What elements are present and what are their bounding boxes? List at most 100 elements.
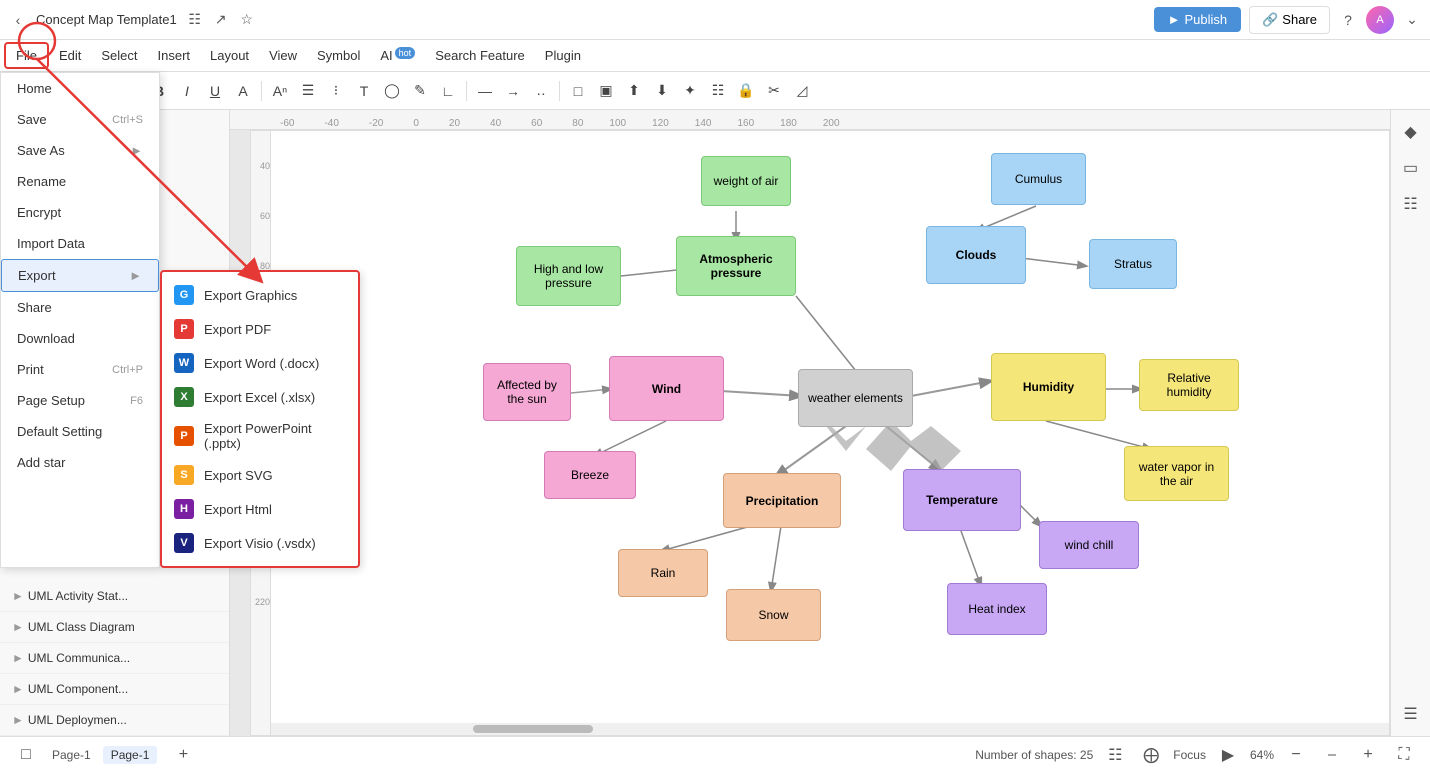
sidebar-item-uml-component[interactable]: ► UML Component... [0, 674, 229, 705]
back-icon[interactable]: ‹ [8, 10, 28, 30]
add-page-icon[interactable]: + [169, 741, 197, 769]
node-affected-by-sun[interactable]: Affected by the sun [483, 363, 571, 421]
menu-page-setup[interactable]: Page SetupF6 [1, 385, 159, 416]
node-heat-index[interactable]: Heat index [947, 583, 1047, 635]
grid-right-icon[interactable]: ☷ [1397, 190, 1425, 218]
menu-right-icon[interactable]: ☰ [1397, 700, 1425, 728]
scroll-thumb-h[interactable] [473, 725, 593, 733]
help-icon[interactable]: ? [1338, 10, 1358, 30]
export-svg-item[interactable]: S Export SVG [162, 458, 358, 492]
menu-share[interactable]: Share [1, 292, 159, 323]
menu-edit[interactable]: Edit [49, 44, 91, 67]
format-icon[interactable]: ▭ [1397, 154, 1425, 182]
right-sidebar: ◆ ▭ ☷ ☰ [1390, 110, 1430, 736]
menu-file[interactable]: File [4, 42, 49, 69]
menu-home[interactable]: Home [1, 73, 159, 104]
share-button[interactable]: 🔗 Share [1249, 6, 1330, 34]
menu-view[interactable]: View [259, 44, 307, 67]
node-temperature[interactable]: Temperature [903, 469, 1021, 531]
sidebar-item-uml-activity[interactable]: ► UML Activity Stat... [0, 581, 229, 612]
sidebar-item-uml-deployment[interactable]: ► UML Deploymen... [0, 705, 229, 736]
node-high-low-pressure[interactable]: High and low pressure [516, 246, 621, 306]
crosshair-icon[interactable]: ⨁ [1137, 741, 1165, 769]
filter-btn[interactable]: ☷ [705, 78, 731, 104]
export-excel-item[interactable]: X Export Excel (.xlsx) [162, 380, 358, 414]
line-style-btn[interactable]: — [472, 78, 498, 104]
expand-btn[interactable]: ◿ [789, 78, 815, 104]
export-visio-item[interactable]: V Export Visio (.vsdx) [162, 526, 358, 560]
menu-save[interactable]: SaveCtrl+S [1, 104, 159, 135]
menu-print[interactable]: PrintCtrl+P [1, 354, 159, 385]
canvas-content[interactable]: 40 60 80 100 120 140 160 180 200 220 [250, 130, 1390, 736]
zoom-in-icon[interactable]: + [1354, 741, 1382, 769]
node-weight-of-air[interactable]: weight of air [701, 156, 791, 206]
zoom-out-icon[interactable]: − [1282, 741, 1310, 769]
menu-default-setting[interactable]: Default Setting [1, 416, 159, 447]
node-clouds[interactable]: Clouds [926, 226, 1026, 284]
node-relative-humidity[interactable]: Relative humidity [1139, 359, 1239, 411]
focus-label[interactable]: Focus [1173, 748, 1206, 762]
page-icon[interactable]: □ [12, 741, 40, 769]
menu-search-feature[interactable]: Search Feature [425, 44, 535, 67]
menu-download[interactable]: Download [1, 323, 159, 354]
menu-plugin[interactable]: Plugin [535, 44, 591, 67]
menu-layout[interactable]: Layout [200, 44, 259, 67]
export-word-item[interactable]: W Export Word (.docx) [162, 346, 358, 380]
menu-ai[interactable]: AIhot [370, 44, 425, 67]
export-ppt-item[interactable]: P Export PowerPoint (.pptx) [162, 414, 358, 458]
node-water-vapor[interactable]: water vapor in the air [1124, 446, 1229, 501]
menu-add-star[interactable]: Add star [1, 447, 159, 478]
bring-front-btn[interactable]: ⬆ [621, 78, 647, 104]
fullscreen-icon[interactable]: ⛶ [1390, 741, 1418, 769]
sidebar-item-uml-communica[interactable]: ► UML Communica... [0, 643, 229, 674]
sparkle-btn[interactable]: ✦ [677, 78, 703, 104]
palette-icon[interactable]: ◆ [1397, 118, 1425, 146]
publish-button[interactable]: ► Publish [1154, 7, 1242, 32]
share-tab-icon[interactable]: ↗ [211, 10, 231, 30]
canvas-diagram: weight of air Atmospheric pressure High … [271, 131, 1390, 735]
menu-export[interactable]: Export► [1, 259, 159, 292]
page-tab-inactive[interactable]: Page-1 [52, 748, 91, 762]
horizontal-scrollbar[interactable] [271, 723, 1389, 735]
send-back-btn[interactable]: ⬇ [649, 78, 675, 104]
play-icon[interactable]: ▶ [1214, 741, 1242, 769]
menu-encrypt[interactable]: Encrypt [1, 197, 159, 228]
node-stratus[interactable]: Stratus [1089, 239, 1177, 289]
scissors-btn[interactable]: ✂ [761, 78, 787, 104]
node-precipitation[interactable]: Precipitation [723, 473, 841, 528]
node-humidity[interactable]: Humidity [991, 353, 1106, 421]
node-cumulus[interactable]: Cumulus [991, 153, 1086, 205]
layers-icon[interactable]: ☷ [1101, 741, 1129, 769]
dash-style-btn[interactable]: ‥ [528, 78, 554, 104]
menu-rename[interactable]: Rename [1, 166, 159, 197]
lock-btn[interactable]: 🔒 [733, 78, 759, 104]
grid-icon[interactable]: ☷ [185, 10, 205, 30]
node-wind[interactable]: Wind [609, 356, 724, 421]
menu-select[interactable]: Select [91, 44, 147, 67]
menu-import-data[interactable]: Import Data [1, 228, 159, 259]
node-rain[interactable]: Rain [618, 549, 708, 597]
clear-btn[interactable]: ◯ [379, 78, 405, 104]
export-pdf-item[interactable]: P Export PDF [162, 312, 358, 346]
star-icon[interactable]: ☆ [237, 10, 257, 30]
chevron-down-icon[interactable]: ⌄ [1402, 10, 1422, 30]
node-weather-elements[interactable]: weather elements [798, 369, 913, 427]
shadow-btn[interactable]: ▣ [593, 78, 619, 104]
node-wind-chill[interactable]: wind chill [1039, 521, 1139, 569]
node-snow[interactable]: Snow [726, 589, 821, 641]
shape-btn[interactable]: □ [565, 78, 591, 104]
zoom-slider[interactable]: ⎯ [1318, 741, 1346, 769]
draw-btn[interactable]: ✎ [407, 78, 433, 104]
export-graphics-item[interactable]: G Export Graphics [162, 278, 358, 312]
page-tab-active[interactable]: Page-1 [103, 746, 158, 764]
sidebar-item-uml-class[interactable]: ► UML Class Diagram [0, 612, 229, 643]
arrow-style-btn[interactable]: → [500, 78, 526, 104]
menu-save-as[interactable]: Save As► [1, 135, 159, 166]
avatar[interactable]: A [1366, 6, 1394, 34]
node-atmospheric-pressure[interactable]: Atmospheric pressure [676, 236, 796, 296]
menu-insert[interactable]: Insert [148, 44, 201, 67]
menu-symbol[interactable]: Symbol [307, 44, 370, 67]
angle-btn[interactable]: ∟ [435, 78, 461, 104]
node-breeze[interactable]: Breeze [544, 451, 636, 499]
export-html-item[interactable]: H Export Html [162, 492, 358, 526]
